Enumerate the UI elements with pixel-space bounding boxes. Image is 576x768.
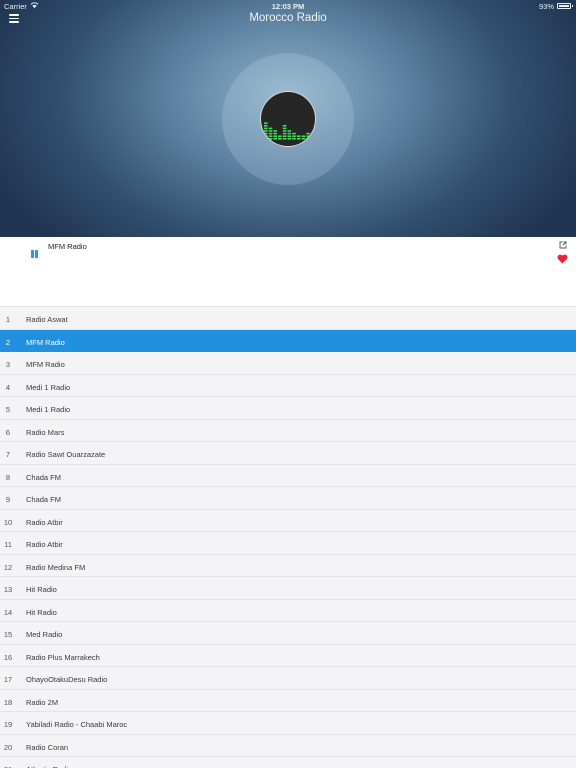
now-playing-title: MFM Radio <box>48 242 87 251</box>
station-list: 1 Radio Aswat 2 MFM Radio 3 MFM Radio 4 Medi 1 … <box>0 307 576 768</box>
equalizer-icon <box>264 122 310 140</box>
station-name: MFM Radio <box>26 360 65 369</box>
station-number: 7 <box>5 450 11 459</box>
station-name: Radio Mars <box>26 427 65 437</box>
hero-artwork-area: Carrier 12:03 PM 93% Morocco Radio <box>0 0 576 237</box>
page-title: Morocco Radio <box>249 12 327 24</box>
station-number: 16 <box>3 652 13 662</box>
station-number: 8 <box>5 472 11 482</box>
list-item[interactable]: 17 OhayoOtakuDesu Radio <box>0 667 576 690</box>
list-item[interactable]: 14 Hit Radio <box>0 600 576 622</box>
list-item[interactable]: 21Atlantic Radio <box>0 757 576 768</box>
station-number: 1 <box>5 315 11 324</box>
station-number: 14 <box>3 607 13 617</box>
list-item[interactable]: 4 Medi 1 Radio <box>0 375 576 397</box>
station-name: Radio Atbir <box>26 540 63 549</box>
list-item[interactable]: 13 Hit Radio <box>0 577 576 600</box>
station-number: 17 <box>3 675 13 684</box>
station-name: Radio Sawt Ouarzazate <box>26 450 106 459</box>
list-item[interactable]: 11 Radio Atbir <box>0 532 576 555</box>
station-number: 11 <box>4 540 12 549</box>
station-logo <box>260 91 316 147</box>
list-item[interactable]: 15 Med Radio <box>0 622 576 645</box>
list-item[interactable]: 16 Radio Plus Marrakech <box>0 645 576 667</box>
station-number: 13 <box>3 585 13 594</box>
station-name: Medi 1 Radio <box>26 382 71 392</box>
station-number: 2 <box>5 337 11 347</box>
list-item[interactable]: 19 Yabiladi Radio - Chaabi Maroc <box>0 712 576 735</box>
station-number: 6 <box>5 427 11 437</box>
battery-icon <box>557 3 573 9</box>
station-name: MFM Radio <box>26 337 65 347</box>
list-item[interactable]: 2 MFM Radio <box>0 329 576 352</box>
list-item[interactable]: 9 Chada FM <box>0 487 576 510</box>
station-name: Chada FM <box>26 472 62 482</box>
station-number: 15 <box>3 630 13 639</box>
station-number: 4 <box>5 382 11 392</box>
station-name: Radio Aswat <box>26 315 68 324</box>
list-item[interactable]: 1 Radio Aswat <box>0 307 576 330</box>
clock: 12:03 PM <box>271 2 305 11</box>
station-number: 18 <box>3 697 13 707</box>
station-name: Radio Coran <box>26 742 69 752</box>
station-name: Yabiladi Radio - Chaabi Maroc <box>26 720 128 729</box>
list-item[interactable]: 12 Radio Medina FM <box>0 555 576 577</box>
station-number: 5 <box>5 405 11 414</box>
list-item[interactable]: 18 Radio 2M <box>0 690 576 712</box>
list-item[interactable]: 5 Medi 1 Radio <box>0 397 576 420</box>
station-number: 20 <box>3 742 13 752</box>
list-item[interactable]: 8 Chada FM <box>0 465 576 487</box>
status-bar: Carrier 12:03 PM 93% <box>0 0 576 12</box>
list-item[interactable]: 10 Radio Atbir <box>0 510 576 532</box>
station-name: Radio Atbir <box>26 517 63 527</box>
share-icon[interactable] <box>559 241 567 249</box>
station-name: Radio Medina FM <box>26 562 86 572</box>
station-number: 19 <box>3 720 13 729</box>
station-number: 3 <box>5 360 11 369</box>
list-item[interactable]: 7 Radio Sawt Ouarzazate <box>0 442 576 465</box>
battery-percent: 93% <box>538 2 554 11</box>
station-name: Radio Plus Marrakech <box>26 652 100 662</box>
station-name: Hit Radio <box>26 607 57 617</box>
station-number: 12 <box>3 562 13 572</box>
station-name: Med Radio <box>26 630 63 639</box>
station-name: Hit Radio <box>26 585 57 594</box>
station-name: Chada FM <box>26 495 62 504</box>
station-name: OhayoOtakuDesu Radio <box>26 675 108 684</box>
list-item[interactable]: 6 Radio Mars <box>0 420 576 442</box>
list-item[interactable]: 3 MFM Radio <box>0 352 576 375</box>
pause-icon[interactable] <box>30 250 39 259</box>
station-name: Radio 2M <box>26 697 59 707</box>
player-bar: MFM Radio <box>0 237 576 307</box>
station-number: 10 <box>3 517 13 527</box>
station-name: Medi 1 Radio <box>26 405 71 414</box>
station-number: 9 <box>5 495 11 504</box>
heart-icon[interactable] <box>557 254 568 264</box>
list-item[interactable]: 20 Radio Coran <box>0 735 576 757</box>
